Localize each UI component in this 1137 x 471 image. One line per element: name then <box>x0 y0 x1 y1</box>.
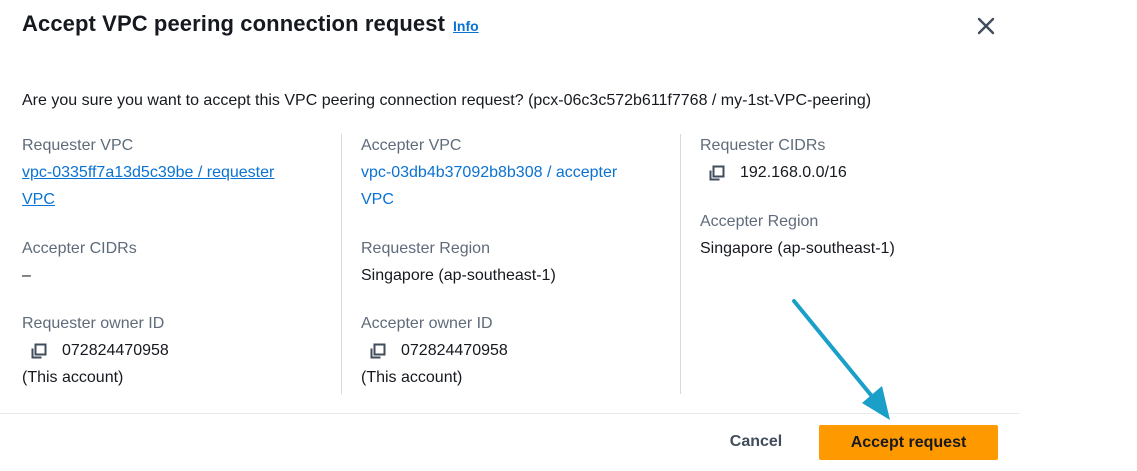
requester-owner-value: 072824470958 <box>62 342 169 359</box>
close-button[interactable] <box>972 12 1000 40</box>
requester-cidrs-field: Requester CIDRs 192.168.0.0/16 <box>700 132 1000 186</box>
column-divider <box>341 134 342 394</box>
requester-region-field: Requester Region Singapore (ap-southeast… <box>361 235 661 289</box>
copy-icon[interactable] <box>708 164 726 182</box>
modal-title: Accept VPC peering connection request <box>22 11 446 36</box>
confirmation-question: Are you sure you want to accept this VPC… <box>22 92 872 109</box>
annotation-arrow-icon <box>792 299 890 420</box>
accepter-vpc-link[interactable]: vpc-03db4b37092b8b308 / accepter VPC <box>361 159 661 213</box>
column-divider <box>680 134 681 394</box>
requester-region-label: Requester Region <box>361 240 490 257</box>
requester-owner-note: (This account) <box>22 369 124 386</box>
accept-vpc-peering-modal: Accept VPC peering connection request In… <box>0 0 1020 471</box>
accepter-vpc-field: Accepter VPC vpc-03db4b37092b8b308 / acc… <box>361 132 661 213</box>
accepter-owner-field: Accepter owner ID 072824470958 (This acc… <box>361 310 661 391</box>
accepter-vpc-link-line1[interactable]: vpc-03db4b37092b8b308 / accepter <box>361 164 617 181</box>
accepter-region-value: Singapore (ap-southeast-1) <box>700 240 895 257</box>
close-icon <box>977 17 995 35</box>
accepter-region-field: Accepter Region Singapore (ap-southeast-… <box>700 208 1000 262</box>
requester-cidrs-value: 192.168.0.0/16 <box>740 164 847 181</box>
requester-owner-label: Requester owner ID <box>22 315 165 332</box>
modal-header: Accept VPC peering connection request In… <box>0 0 1020 52</box>
copy-icon[interactable] <box>30 342 48 360</box>
requester-vpc-link[interactable]: vpc-0335ff7a13d5c39be / requester VPC <box>22 159 322 213</box>
requester-vpc-label: Requester VPC <box>22 137 134 154</box>
requester-region-value: Singapore (ap-southeast-1) <box>361 267 556 284</box>
accepter-owner-value: 072824470958 <box>401 342 508 359</box>
accepter-cidrs-field: Accepter CIDRs – <box>22 235 322 289</box>
accepter-cidrs-value: – <box>22 267 31 284</box>
cancel-button[interactable]: Cancel <box>712 426 800 458</box>
requester-vpc-link-line1[interactable]: vpc-0335ff7a13d5c39be / requester <box>22 164 274 181</box>
requester-owner-field: Requester owner ID 072824470958 (This ac… <box>22 310 322 391</box>
accepter-owner-label: Accepter owner ID <box>361 315 493 332</box>
accepter-vpc-link-line2[interactable]: VPC <box>361 191 394 208</box>
requester-owner-row: 072824470958 <box>22 337 322 364</box>
copy-icon[interactable] <box>369 342 387 360</box>
accepter-vpc-label: Accepter VPC <box>361 137 462 154</box>
requester-cidrs-label: Requester CIDRs <box>700 137 826 154</box>
info-link[interactable]: Info <box>453 18 479 34</box>
accept-request-button[interactable]: Accept request <box>819 425 998 460</box>
accepter-owner-row: 072824470958 <box>361 337 661 364</box>
requester-vpc-field: Requester VPC vpc-0335ff7a13d5c39be / re… <box>22 132 322 213</box>
accepter-cidrs-label: Accepter CIDRs <box>22 240 137 257</box>
requester-vpc-link-line2[interactable]: VPC <box>22 191 55 208</box>
accepter-region-label: Accepter Region <box>700 213 819 230</box>
accepter-owner-note: (This account) <box>361 369 463 386</box>
requester-cidrs-row: 192.168.0.0/16 <box>700 159 1000 186</box>
